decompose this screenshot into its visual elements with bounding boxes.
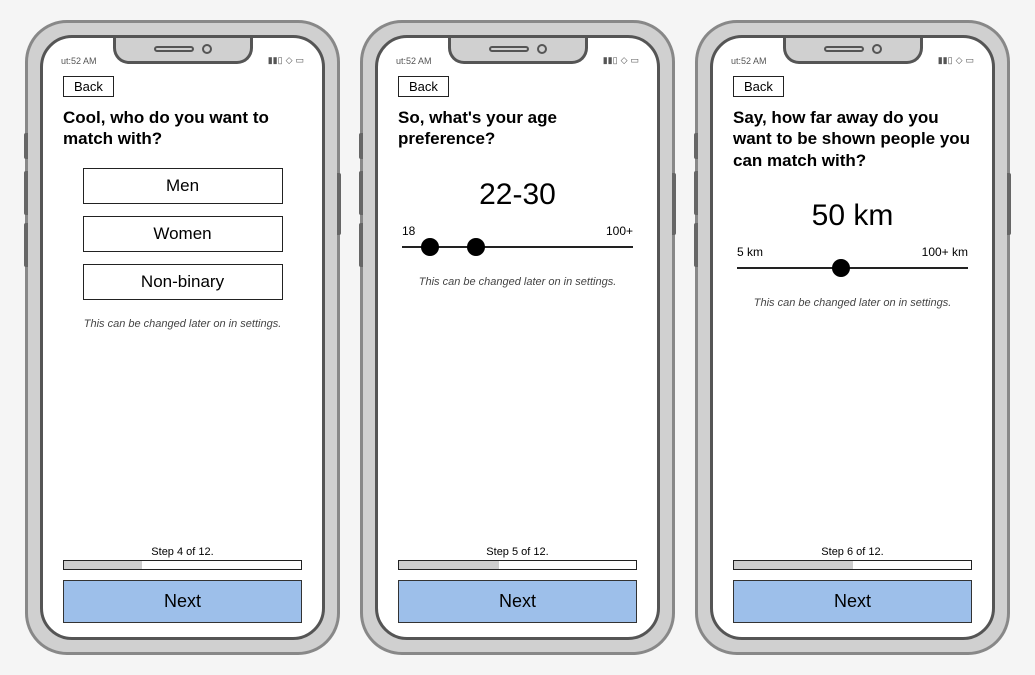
side-button xyxy=(359,171,363,215)
slider-labels: 5 km 100+ km xyxy=(737,245,968,259)
phone-frame: ut:52 AM ▮▮▯ ◇ ▭ Back So, what's your ag… xyxy=(360,20,675,655)
slider-min-label: 5 km xyxy=(737,245,763,259)
slider-knob-min[interactable] xyxy=(421,238,439,256)
phone-frame: ut:52 AM ▮▮▯ ◇ ▭ Back Cool, who do you w… xyxy=(25,20,340,655)
battery-icon: ▭ xyxy=(630,55,639,66)
distance-value: 50 km xyxy=(733,199,972,233)
step-label: Step 5 of 12. xyxy=(398,546,637,558)
progress-bar xyxy=(63,560,302,570)
camera-icon xyxy=(537,44,547,54)
progress-fill xyxy=(64,561,142,569)
phone-frame: ut:52 AM ▮▮▯ ◇ ▭ Back Say, how far away … xyxy=(695,20,1010,655)
camera-icon xyxy=(872,44,882,54)
wifi-icon: ◇ xyxy=(286,55,293,66)
status-time: ut:52 AM xyxy=(61,56,97,66)
next-button[interactable]: Next xyxy=(398,580,637,623)
hint-text: This can be changed later on in settings… xyxy=(733,297,972,309)
back-button[interactable]: Back xyxy=(733,76,784,97)
side-button xyxy=(24,171,28,215)
camera-icon xyxy=(202,44,212,54)
bottom-area: Step 6 of 12. Next xyxy=(733,546,972,637)
progress-bar xyxy=(398,560,637,570)
status-icons: ▮▮▯ ◇ ▭ xyxy=(603,55,639,66)
wifi-icon: ◇ xyxy=(621,55,628,66)
option-women[interactable]: Women xyxy=(83,216,283,252)
slider-knob-max[interactable] xyxy=(467,238,485,256)
slider-track[interactable] xyxy=(737,267,968,269)
signal-icon: ▮▮▯ xyxy=(603,55,618,66)
battery-icon: ▭ xyxy=(965,55,974,66)
wifi-icon: ◇ xyxy=(956,55,963,66)
age-slider[interactable]: 18 100+ xyxy=(398,224,637,264)
hint-text: This can be changed later on in settings… xyxy=(63,318,302,330)
side-button xyxy=(24,223,28,267)
side-button xyxy=(359,133,363,159)
side-button xyxy=(694,171,698,215)
bottom-area: Step 5 of 12. Next xyxy=(398,546,637,637)
distance-slider[interactable]: 5 km 100+ km xyxy=(733,245,972,285)
bottom-area: Step 4 of 12. Next xyxy=(63,546,302,637)
signal-icon: ▮▮▯ xyxy=(268,55,283,66)
battery-icon: ▭ xyxy=(295,55,304,66)
notch xyxy=(783,36,923,64)
notch xyxy=(113,36,253,64)
status-time: ut:52 AM xyxy=(731,56,767,66)
status-time: ut:52 AM xyxy=(396,56,432,66)
slider-max-label: 100+ km xyxy=(922,245,968,259)
screen: ut:52 AM ▮▮▯ ◇ ▭ Back Cool, who do you w… xyxy=(40,35,325,640)
signal-icon: ▮▮▯ xyxy=(938,55,953,66)
slider-track[interactable] xyxy=(402,246,633,248)
slider-max-label: 100+ xyxy=(606,224,633,238)
step-label: Step 4 of 12. xyxy=(63,546,302,558)
status-icons: ▮▮▯ ◇ ▭ xyxy=(938,55,974,66)
content-area: Back Say, how far away do you want to be… xyxy=(713,68,992,637)
next-button[interactable]: Next xyxy=(63,580,302,623)
content-area: Back Cool, who do you want to match with… xyxy=(43,68,322,637)
slider-labels: 18 100+ xyxy=(402,224,633,238)
speaker-icon xyxy=(489,46,529,52)
side-button xyxy=(1007,173,1011,235)
option-men[interactable]: Men xyxy=(83,168,283,204)
slider-min-label: 18 xyxy=(402,224,415,238)
progress-bar xyxy=(733,560,972,570)
option-group: Men Women Non-binary xyxy=(63,168,302,300)
side-button xyxy=(694,133,698,159)
side-button xyxy=(337,173,341,235)
progress-fill xyxy=(734,561,853,569)
hint-text: This can be changed later on in settings… xyxy=(398,276,637,288)
side-button xyxy=(24,133,28,159)
question-text: So, what's your age preference? xyxy=(398,107,637,150)
back-button[interactable]: Back xyxy=(63,76,114,97)
option-nonbinary[interactable]: Non-binary xyxy=(83,264,283,300)
notch xyxy=(448,36,588,64)
status-icons: ▮▮▯ ◇ ▭ xyxy=(268,55,304,66)
question-text: Cool, who do you want to match with? xyxy=(63,107,302,150)
content-area: Back So, what's your age preference? 22-… xyxy=(378,68,657,637)
progress-fill xyxy=(399,561,499,569)
screen: ut:52 AM ▮▮▯ ◇ ▭ Back Say, how far away … xyxy=(710,35,995,640)
question-text: Say, how far away do you want to be show… xyxy=(733,107,972,171)
age-range-value: 22-30 xyxy=(398,178,637,212)
side-button xyxy=(672,173,676,235)
next-button[interactable]: Next xyxy=(733,580,972,623)
back-button[interactable]: Back xyxy=(398,76,449,97)
screen: ut:52 AM ▮▮▯ ◇ ▭ Back So, what's your ag… xyxy=(375,35,660,640)
step-label: Step 6 of 12. xyxy=(733,546,972,558)
side-button xyxy=(694,223,698,267)
slider-knob[interactable] xyxy=(832,259,850,277)
side-button xyxy=(359,223,363,267)
speaker-icon xyxy=(824,46,864,52)
speaker-icon xyxy=(154,46,194,52)
